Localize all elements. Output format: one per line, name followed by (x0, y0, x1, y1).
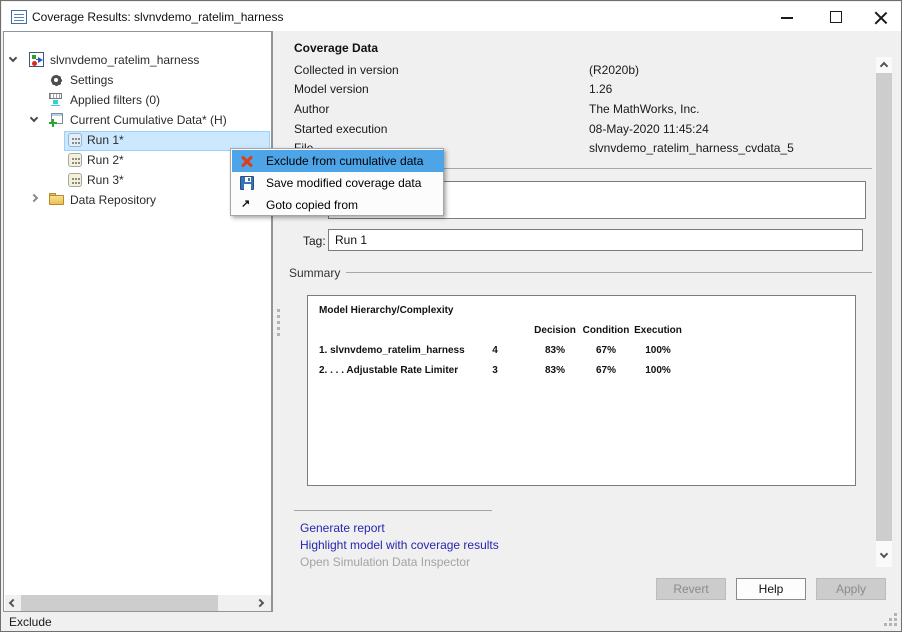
scrollbar-thumb[interactable] (21, 595, 218, 611)
summary-group-label: Summary (289, 266, 340, 280)
exclude-x-icon (240, 154, 254, 168)
goto-arrow-icon (241, 197, 250, 210)
summary-row-complexity: 3 (492, 365, 498, 376)
run-data-icon (68, 153, 82, 167)
tree-item-label: slvnvdemo_ratelim_harness (50, 50, 199, 70)
generate-report-link[interactable]: Generate report (300, 521, 385, 535)
tree-item-label: Run 1* (87, 130, 124, 150)
context-menu: Exclude from cumulative data Save modifi… (230, 148, 444, 216)
field-value: slvnvdemo_ratelim_harness_cvdata_5 (589, 141, 794, 155)
window-title: Coverage Results: slvnvdemo_ratelim_harn… (32, 10, 283, 24)
close-button[interactable] (874, 11, 887, 24)
splitter-grip (277, 321, 280, 324)
tree-horizontal-scrollbar[interactable] (5, 595, 271, 611)
tree-item-model[interactable]: slvnvdemo_ratelim_harness (4, 50, 271, 70)
separator (294, 510, 492, 511)
tag-input[interactable]: Run 1 (328, 229, 863, 251)
summary-col-execution: Execution (634, 325, 682, 336)
separator (346, 272, 872, 273)
resize-grip (894, 623, 897, 626)
gear-icon (49, 73, 63, 87)
applied-filters-icon (49, 93, 63, 106)
highlight-model-link[interactable]: Highlight model with coverage results (300, 538, 499, 552)
resize-grip[interactable] (894, 613, 897, 616)
field-label: Collected in version (294, 63, 399, 77)
summary-row-name: 2. . . . Adjustable Rate Limiter (319, 365, 458, 376)
revert-button[interactable]: Revert (656, 578, 726, 600)
summary-row-decision: 83% (545, 345, 565, 356)
run-data-icon (68, 173, 82, 187)
tree-item-run1[interactable]: Run 1* (4, 130, 271, 150)
coverage-data-heading: Coverage Data (294, 41, 378, 55)
panel-splitter[interactable] (271, 31, 273, 612)
chevron-expanded-icon[interactable] (9, 54, 17, 62)
summary-row-decision: 83% (545, 365, 565, 376)
menu-item-exclude[interactable]: Exclude from cumulative data (232, 150, 444, 172)
field-value: (R2020b) (589, 63, 639, 77)
tree-item-label: Current Cumulative Data* (H) (70, 110, 227, 130)
summary-row-execution: 100% (645, 345, 671, 356)
tree-item-applied-filters[interactable]: Applied filters (0) (4, 90, 271, 110)
field-label: Author (294, 102, 329, 116)
help-button[interactable]: Help (736, 578, 806, 600)
splitter-grip (277, 315, 280, 318)
tree-item-current-cumulative[interactable]: Current Cumulative Data* (H) (4, 110, 271, 130)
simulink-model-icon (29, 52, 44, 67)
field-label: Model version (294, 82, 369, 96)
title-bar: Coverage Results: slvnvdemo_ratelim_harn… (2, 2, 902, 31)
summary-row-condition: 67% (596, 345, 616, 356)
minimize-button[interactable] (781, 17, 793, 19)
maximize-button[interactable] (830, 11, 842, 23)
summary-report-box (307, 295, 856, 486)
save-disk-icon (240, 176, 254, 190)
tree-item-label: Settings (70, 70, 113, 90)
summary-col-decision: Decision (534, 325, 576, 336)
tree-item-label: Run 3* (87, 170, 124, 190)
field-value: 08-May-2020 11:45:24 (589, 122, 709, 136)
folder-icon (49, 193, 65, 206)
status-bar-text: Exclude (9, 615, 52, 629)
summary-row-complexity: 4 (492, 345, 498, 356)
summary-table-title: Model Hierarchy/Complexity (319, 305, 453, 316)
menu-item-goto[interactable]: Goto copied from (232, 194, 444, 216)
tag-label: Tag: (303, 234, 326, 248)
chevron-collapsed-icon[interactable] (30, 194, 38, 202)
resize-grip (884, 623, 887, 626)
summary-col-condition: Condition (583, 325, 630, 336)
resize-grip (894, 618, 897, 621)
cumulative-data-icon (49, 113, 63, 126)
tree-item-settings[interactable]: Settings (4, 70, 271, 90)
open-sdi-link[interactable]: Open Simulation Data Inspector (300, 555, 470, 569)
summary-row-condition: 67% (596, 365, 616, 376)
summary-row-execution: 100% (645, 365, 671, 376)
coverage-results-window: Coverage Results: slvnvdemo_ratelim_harn… (0, 0, 902, 632)
summary-row-name: 1. slvnvdemo_ratelim_harness (319, 345, 465, 356)
chevron-expanded-icon[interactable] (30, 114, 38, 122)
scroll-right-icon[interactable] (256, 599, 264, 607)
menu-item-save[interactable]: Save modified coverage data (232, 172, 444, 194)
scrollbar-thumb[interactable] (876, 73, 892, 541)
app-icon (11, 10, 27, 24)
tree-item-label: Applied filters (0) (70, 90, 160, 110)
run-data-icon (68, 133, 82, 147)
field-value: 1.26 (589, 82, 612, 96)
field-value: The MathWorks, Inc. (589, 102, 699, 116)
results-tree-panel: slvnvdemo_ratelim_harness Settings Appli… (3, 31, 272, 612)
splitter-grip (277, 327, 280, 330)
tree-item-label: Data Repository (70, 190, 156, 210)
splitter-grip (277, 309, 280, 312)
tree-item-label: Run 2* (87, 150, 124, 170)
resize-grip (889, 623, 892, 626)
resize-grip (889, 618, 892, 621)
scroll-left-icon[interactable] (9, 599, 17, 607)
apply-button[interactable]: Apply (816, 578, 886, 600)
splitter-grip (277, 333, 280, 336)
field-label: Started execution (294, 122, 387, 136)
